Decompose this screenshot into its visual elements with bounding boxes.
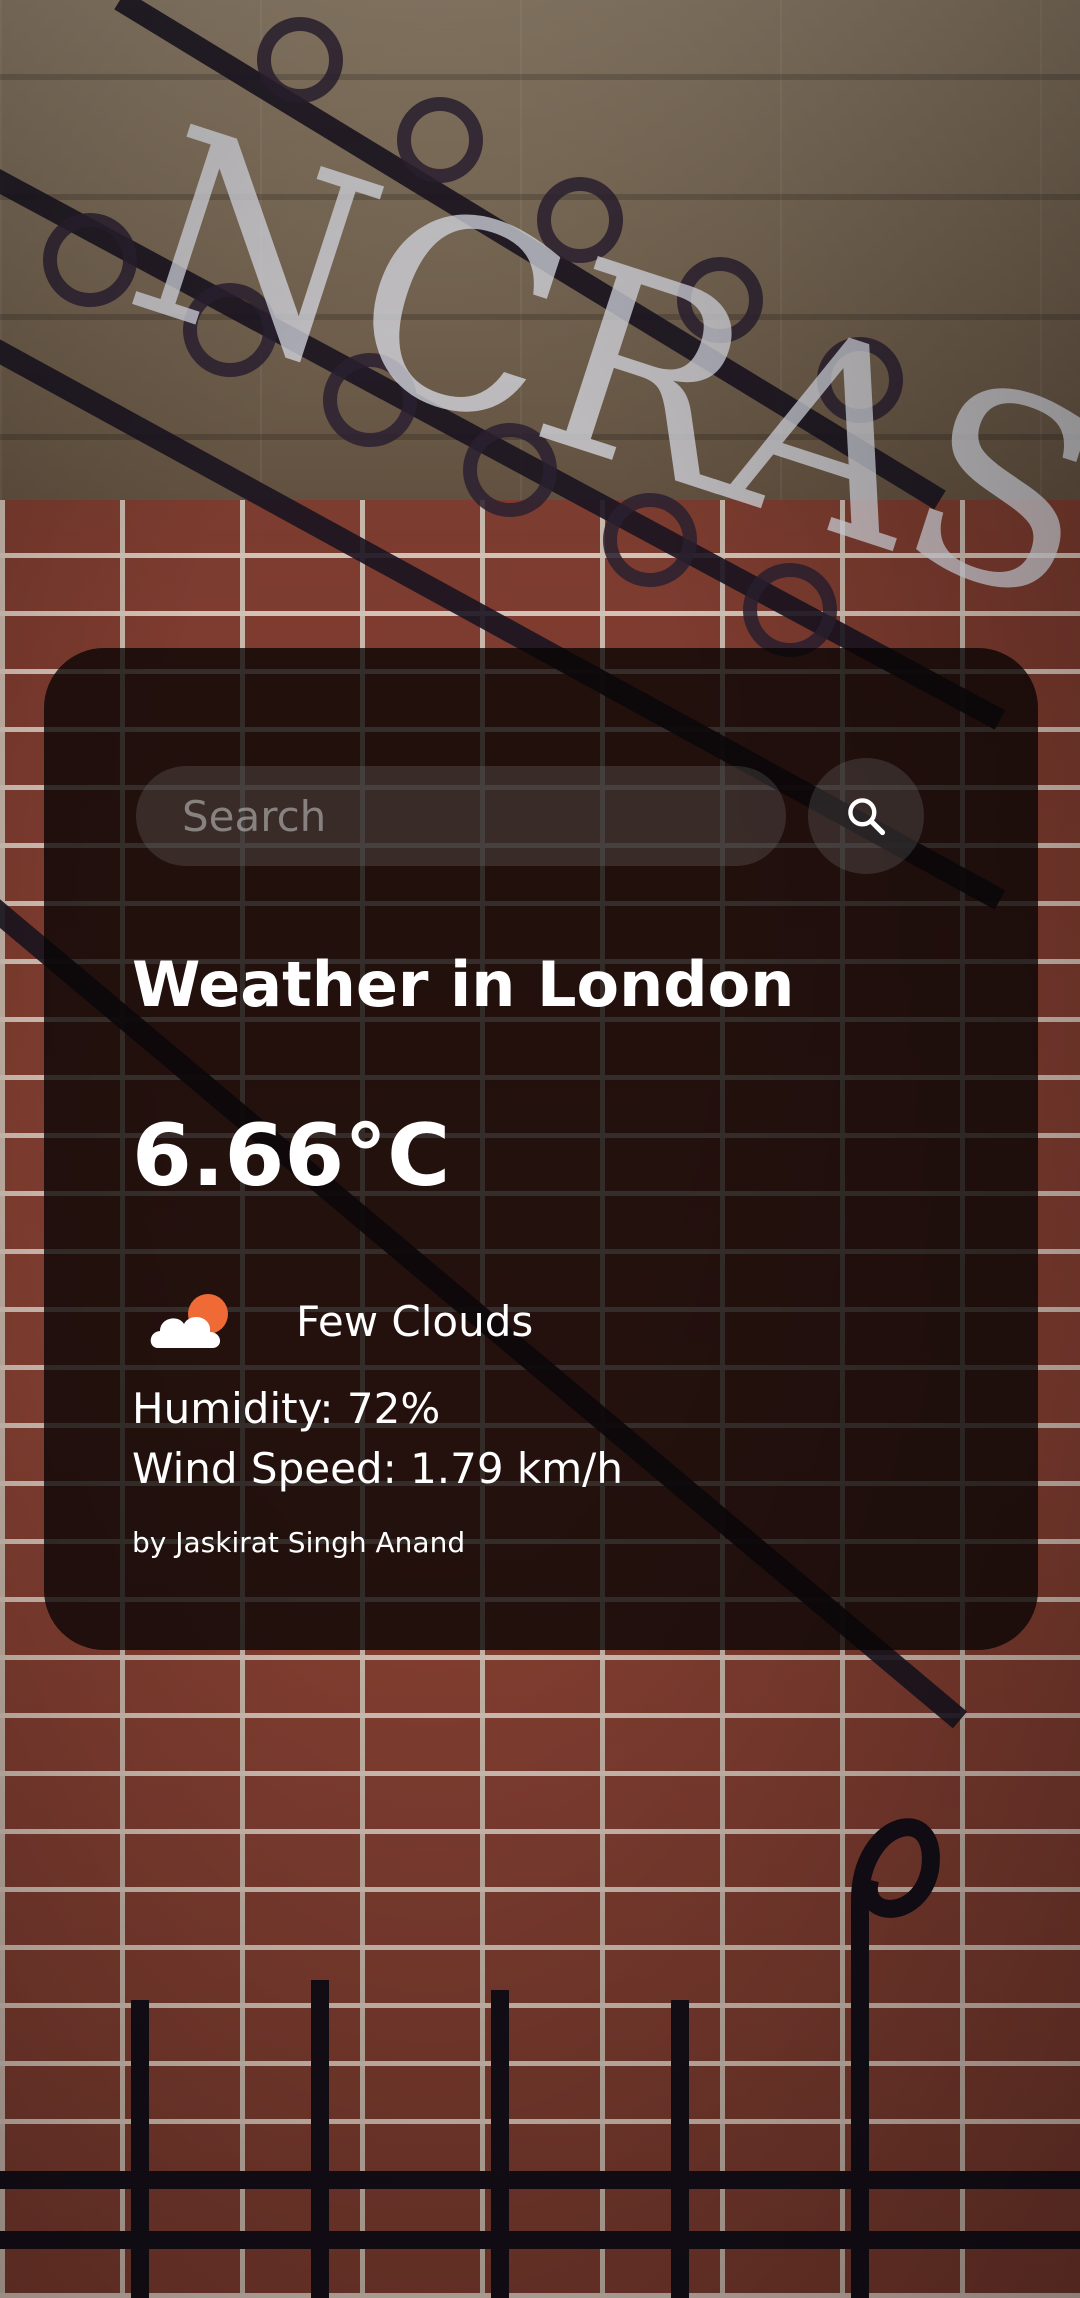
city-title: Weather in London	[132, 948, 795, 1021]
author-credit: by Jaskirat Singh Anand	[132, 1526, 466, 1559]
search-input[interactable]	[136, 766, 786, 866]
humidity-text: Humidity: 72%	[132, 1384, 441, 1433]
weather-card: Weather in London 6.66°C Few Clouds Humi…	[44, 648, 1038, 1650]
search-button[interactable]	[808, 758, 924, 874]
condition-label: Few Clouds	[296, 1296, 534, 1346]
temperature: 6.66°C	[132, 1106, 451, 1206]
search-icon	[848, 798, 886, 836]
search-bar	[136, 758, 966, 876]
condition-row: Few Clouds	[144, 1276, 533, 1366]
wind-speed-text: Wind Speed: 1.79 km/h	[132, 1444, 623, 1493]
few-clouds-day-icon	[150, 1294, 228, 1348]
